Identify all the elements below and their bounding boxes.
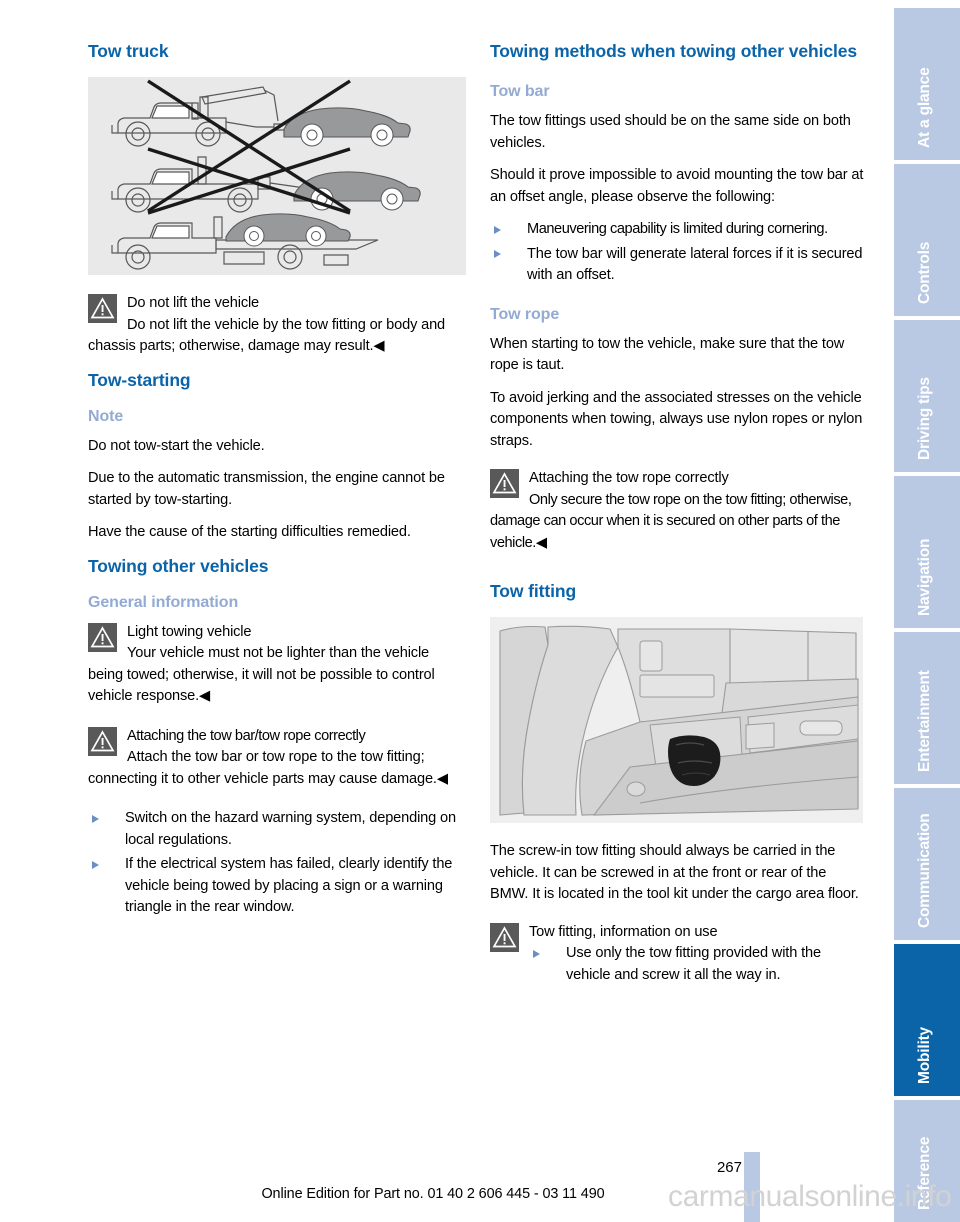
triangle-bullet-icon [92,860,99,869]
heading-towing-other-vehicles: Towing other vehicles [88,555,269,576]
towing-other-bullet-list: Switch on the hazard warning system, dep… [88,808,466,919]
list-item-text: Use only the tow fitting provided with t… [566,945,821,983]
tab-controls[interactable]: Controls [894,164,960,316]
subheading-tow-bar: Tow bar [490,83,550,100]
warning-title: Light towing vehicle [127,623,252,640]
tow-bar-paragraph-1: The tow fittings used should be on the s… [490,113,851,151]
subheading-tow-rope: Tow rope [490,305,560,323]
warning-attaching-tow-rope: Attaching the tow rope correctly Only se… [490,468,866,554]
tab-label: Entertainment [916,670,933,772]
warning-tow-fitting-use: Tow fitting, information on use Use only… [490,922,866,987]
triangle-bullet-icon [494,225,501,234]
manual-page: Tow truck Do not lift the vehicle Do not… [0,0,960,1222]
tow-truck-illustration [88,77,466,275]
heading-towing-methods: Towing methods when towing other vehicle… [490,41,857,61]
warning-title: Attaching the tow bar/tow rope correctly [127,727,366,744]
tow-fitting-illustration [490,617,863,823]
warning-triangle-icon [490,469,519,498]
heading-tow-truck: Tow truck [88,41,169,61]
triangle-bullet-icon [494,250,501,259]
note-paragraph-2: Due to the automatic transmission, the e… [88,470,445,508]
tab-label: Controls [916,241,933,304]
warning-triangle-icon [490,922,519,952]
warning-triangle-icon [88,622,117,652]
warning-body: Do not lift the vehicle by the tow fitti… [88,316,446,355]
tow-fitting-paragraph-1: The screw-in tow fitting should always b… [490,843,859,902]
section-tab-rail: At a glance Controls Driving tips Naviga… [894,0,960,1222]
tow-fitting-bullet-list: Use only the tow fitting provided with t… [529,943,866,986]
tab-at-a-glance[interactable]: At a glance [894,8,960,160]
warning-title: Do not lift the vehicle [127,295,260,311]
cargo-area-diagram-svg [490,617,863,823]
page-number: 267 [716,1159,742,1176]
tab-driving-tips[interactable]: Driving tips [894,320,960,472]
triangle-bullet-icon [92,814,99,823]
subheading-general-information: General information [88,593,239,611]
warning-light-towing-vehicle: Light towing vehicle Your vehicle must n… [88,622,466,708]
note-paragraph-1: Do not tow-start the vehicle. [88,437,265,454]
warning-do-not-lift: Do not lift the vehicle Do not lift the … [88,293,466,358]
tab-label: Driving tips [916,377,933,460]
warning-body: Your vehicle must not be lighter than th… [88,645,435,704]
list-item-text: Switch on the hazard warning system, dep… [125,810,456,848]
warning-triangle-icon [88,294,117,323]
right-column: Towing methods when towing other vehicle… [490,40,866,997]
tab-communication[interactable]: Communication [894,788,960,940]
warning-attaching-tow-bar: Attaching the tow bar/tow rope correctly… [88,726,466,791]
list-item: If the electrical system has failed, cle… [88,854,466,919]
tab-mobility[interactable]: Mobility [894,944,960,1096]
tab-entertainment[interactable]: Entertainment [894,632,960,784]
list-item: Maneuvering capability is limited during… [490,219,866,241]
left-column: Tow truck Do not lift the vehicle Do not… [88,40,466,930]
footer-edition-text: Online Edition for Part no. 01 40 2 606 … [261,1186,605,1202]
tow-rope-paragraph-1: When starting to tow the vehicle, make s… [490,335,845,374]
list-item-text: Maneuvering capability is limited during… [527,221,828,237]
warning-triangle-icon [88,726,117,756]
list-item: Switch on the hazard warning system, dep… [88,808,466,851]
list-item: The tow bar will generate lateral forces… [490,244,866,287]
warning-body: Attach the tow bar or tow rope to the to… [88,749,448,787]
subheading-note: Note [88,407,124,425]
note-paragraph-3: Have the cause of the starting difficult… [88,524,411,540]
tab-navigation[interactable]: Navigation [894,476,960,628]
tow-truck-diagram-svg [111,79,421,270]
tab-label: At a glance [916,67,933,149]
warning-title: Attaching the tow rope correctly [529,470,729,486]
tow-bar-bullet-list: Maneuvering capability is limited during… [490,219,866,287]
triangle-bullet-icon [533,949,540,958]
tab-label: Navigation [916,538,933,616]
list-item-text: If the electrical system has failed, cle… [125,856,453,915]
tab-label: Mobility [916,1027,933,1084]
tow-rope-paragraph-2: To avoid jerking and the associated stre… [490,389,863,449]
heading-tow-starting: Tow-starting [88,369,191,390]
warning-body: Only secure the tow rope on the tow fitt… [490,491,852,551]
heading-tow-fitting: Tow fitting [490,581,577,601]
list-item-text: The tow bar will generate lateral forces… [527,245,863,284]
tow-bar-paragraph-2: Should it prove impossible to avoid moun… [490,167,864,205]
tab-label: Communication [916,813,933,928]
list-item: Use only the tow fitting provided with t… [529,943,866,986]
warning-title: Tow fitting, information on use [529,923,718,940]
